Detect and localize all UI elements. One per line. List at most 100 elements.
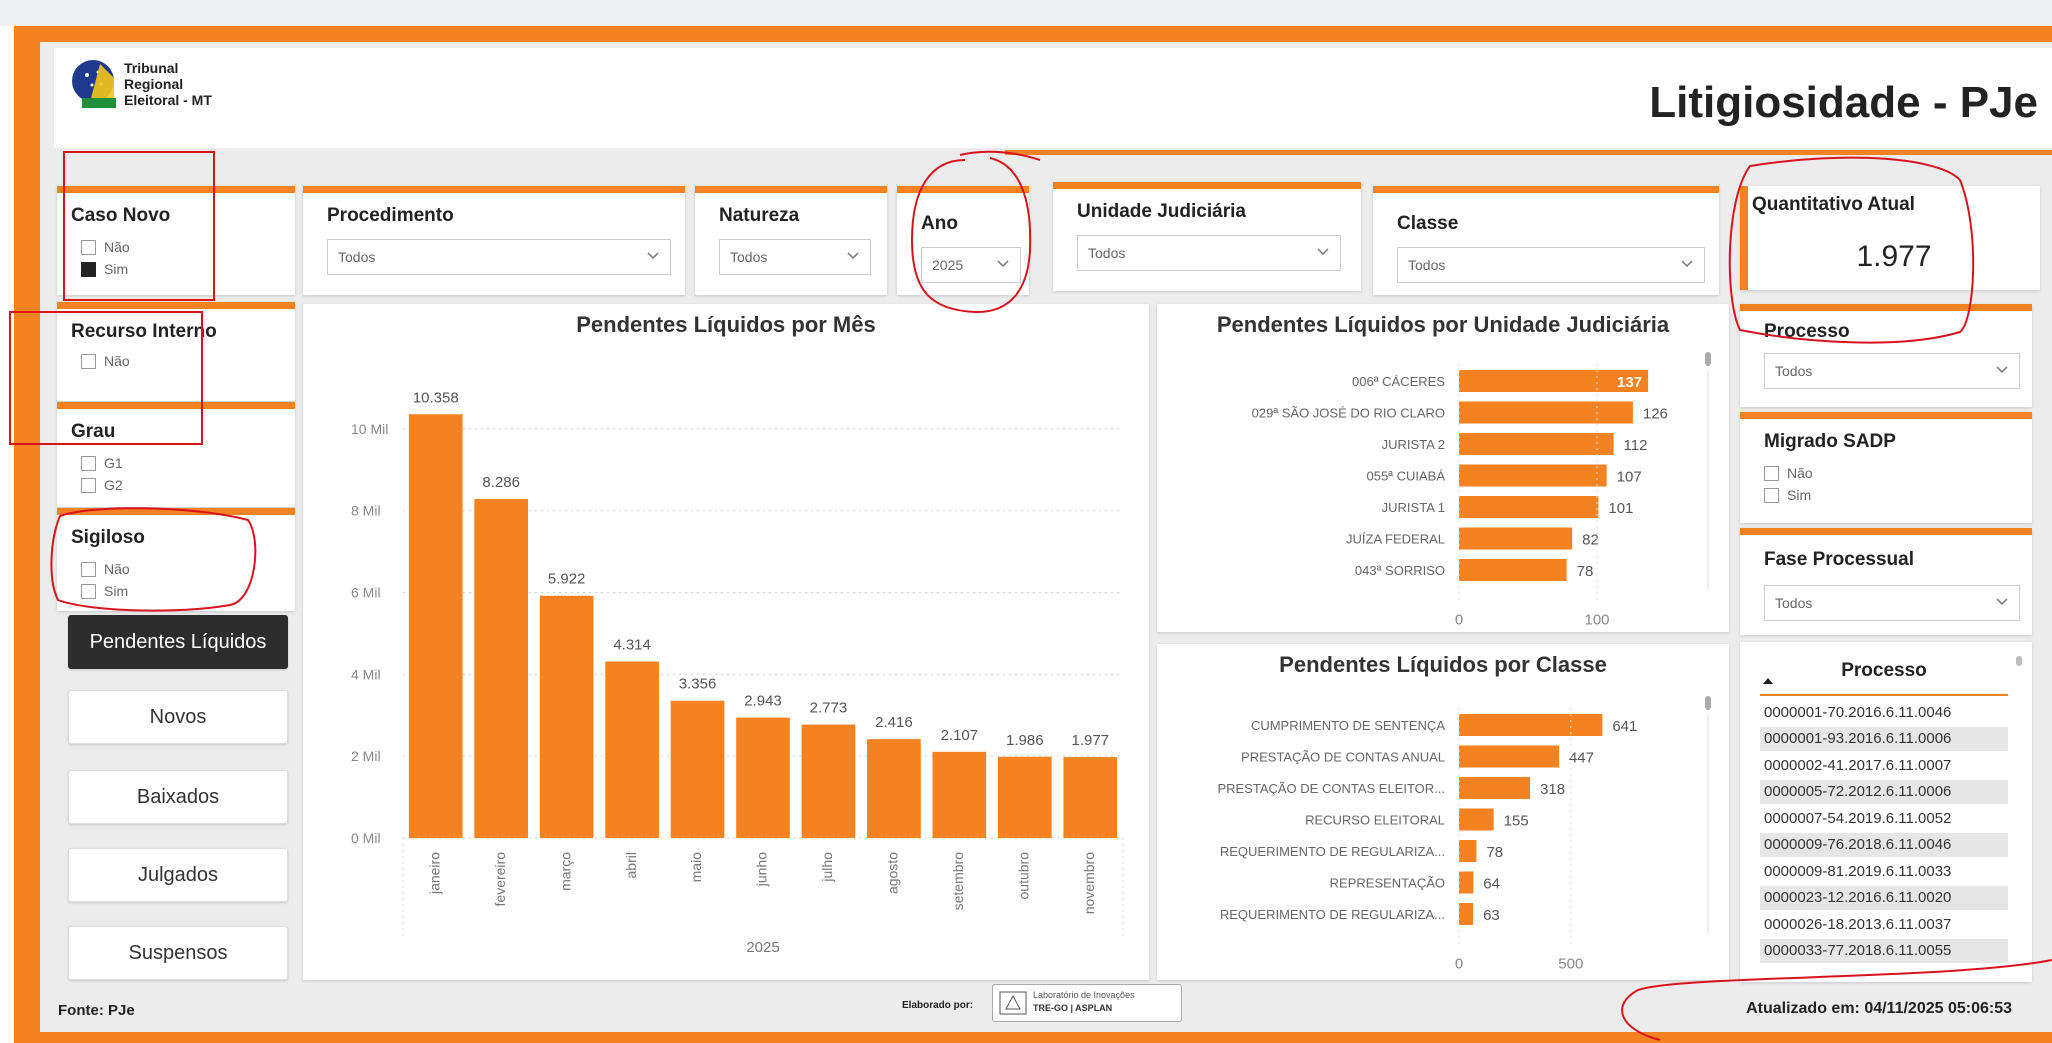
table-row[interactable]: 0000001-93.2016.6.11.0006: [1760, 726, 2008, 751]
slicer-title: Processo: [1764, 321, 1850, 342]
table-row[interactable]: 0000007-54.2019.6.11.0052: [1760, 806, 2008, 830]
chart-scroll-track[interactable]: [1707, 370, 1709, 590]
checkbox-caso-novo-sim[interactable]: Sim: [81, 261, 128, 277]
natureza-dropdown[interactable]: Todos: [719, 239, 871, 275]
x-axis-label: 2025: [746, 939, 779, 956]
bar-maio[interactable]: [670, 700, 725, 838]
chevron-down-icon: [647, 252, 659, 260]
category-label: 029ª SÃO JOSÉ DO RIO CLARO: [1252, 406, 1445, 421]
checkbox-icon: [81, 353, 96, 369]
checkbox-recurso-interno-nao[interactable]: Não: [81, 353, 130, 369]
fase-dropdown[interactable]: Todos: [1764, 585, 2020, 621]
chart-scroll-track[interactable]: [1707, 714, 1709, 934]
chart-scrollbar[interactable]: [1705, 352, 1711, 366]
kpi-label: Quantitativo Atual: [1752, 194, 1915, 215]
x-tick-label: 100: [1584, 612, 1609, 629]
bar-PRESTAÇÃO DE CONTAS ANUAL[interactable]: [1459, 745, 1559, 768]
checkbox-icon: [81, 583, 96, 599]
x-tick-label: agosto: [885, 852, 901, 894]
procedimento-dropdown[interactable]: Todos: [327, 239, 671, 275]
table-row[interactable]: 0000005-72.2012.6.11.0006: [1760, 779, 2008, 804]
slicer-title: Caso Novo: [71, 205, 171, 226]
bar-JURISTA 1[interactable]: [1459, 496, 1599, 518]
slicer-title: Ano: [921, 213, 958, 234]
table-row[interactable]: 0000026-18.2013.6.11.0037: [1760, 912, 2008, 936]
checkbox-label: Sim: [104, 261, 129, 277]
category-label: 055ª CUIABÁ: [1366, 469, 1445, 484]
classe-dropdown[interactable]: Todos: [1397, 247, 1705, 283]
checkbox-caso-novo-nao[interactable]: Não: [81, 239, 130, 255]
slicer-processo: Processo Todos: [1740, 304, 2032, 407]
bar-043ª SORRISO[interactable]: [1459, 559, 1567, 581]
nav-button-suspensos[interactable]: Suspensos: [68, 926, 288, 980]
bar-abril[interactable]: [605, 661, 659, 838]
table-row[interactable]: 0000001-70.2016.6.11.0046: [1760, 700, 2008, 724]
dropdown-value: Todos: [730, 249, 768, 265]
data-label: 447: [1569, 750, 1594, 767]
chevron-down-icon: [1996, 366, 2008, 374]
ano-dropdown[interactable]: 2025: [921, 247, 1021, 283]
x-tick-label: janeiro: [426, 852, 442, 895]
table-row[interactable]: 0000033-77.2018.6.11.0055: [1760, 938, 2008, 963]
unidade-dropdown[interactable]: Todos: [1077, 235, 1341, 271]
table-row[interactable]: 0000002-41.2017.6.11.0007: [1760, 753, 2008, 777]
category-label: REPRESENTAÇÃO: [1330, 876, 1445, 891]
sort-ascending-icon[interactable]: [1762, 676, 1774, 686]
checkbox-migrado-sim[interactable]: Sim: [1764, 487, 1811, 503]
lab-badge[interactable]: Laboratório de Inovações TRE-GO | ASPLAN: [992, 984, 1182, 1022]
chart-unidade-svg: 006ª CÁCERES 137 029ª SÃO JOSÉ DO RIO CLAR…: [1252, 352, 1711, 629]
nav-button-novos[interactable]: Novos: [68, 690, 288, 744]
checkbox-label: Sim: [104, 583, 129, 599]
page-title: Litigiosidade - PJe: [1649, 78, 2038, 127]
bar-agosto[interactable]: [867, 739, 921, 838]
chart-scrollbar[interactable]: [1705, 696, 1711, 710]
checkbox-label: G1: [104, 455, 123, 471]
checkbox-label: Não: [104, 353, 130, 369]
bar-JURISTA 2[interactable]: [1459, 433, 1614, 455]
checkbox-sigiloso-nao[interactable]: Não: [81, 561, 130, 577]
bar-PRESTAÇÃO DE CONTAS ELEITOR...[interactable]: [1459, 777, 1531, 799]
data-label: 101: [1608, 500, 1633, 517]
lab-org: TRE-GO | ASPLAN: [1033, 1003, 1113, 1013]
checkbox-icon: [1764, 487, 1779, 503]
table-header[interactable]: Processo: [1760, 660, 2008, 682]
checkbox-migrado-nao[interactable]: Não: [1764, 465, 1813, 481]
chevron-down-icon: [1681, 260, 1693, 268]
checkbox-label: Sim: [1787, 487, 1812, 503]
bar-RECURSO ELEITORAL[interactable]: [1459, 808, 1494, 831]
checkbox-grau-g2[interactable]: G2: [81, 477, 123, 493]
table-row[interactable]: 0000023-12.2016.6.11.0020: [1760, 885, 2008, 910]
nav-button-baixados[interactable]: Baixados: [68, 770, 288, 824]
table-row[interactable]: 0000009-76.2018.6.11.0046: [1760, 832, 2008, 857]
bar-JUÍZA FEDERAL[interactable]: [1459, 527, 1573, 550]
bar-REQUERIMENTO DE REGULARIZA...[interactable]: [1459, 840, 1477, 862]
checkbox-label: Não: [1787, 465, 1813, 481]
processo-dropdown[interactable]: Todos: [1764, 353, 2020, 389]
bar-REQUERIMENTO DE REGULARIZA...[interactable]: [1459, 903, 1474, 925]
table-row[interactable]: 0000009-81.2019.6.11.0033: [1760, 859, 2008, 883]
bar-029ª SÃO JOSÉ DO RIO CLARO[interactable]: [1459, 401, 1633, 424]
nav-button-julgados[interactable]: Julgados: [68, 848, 288, 902]
checkbox-sigiloso-sim[interactable]: Sim: [81, 583, 128, 599]
bar-julho[interactable]: [801, 724, 856, 838]
bar-CUMPRIMENTO DE SENTENÇA[interactable]: [1459, 714, 1603, 736]
slicer-recurso-interno: Recurso Interno Não: [57, 302, 295, 401]
checkbox-icon: [81, 477, 96, 493]
slicer-title: Classe: [1397, 213, 1459, 234]
bar-setembro[interactable]: [932, 751, 987, 838]
checkbox-grau-g1[interactable]: G1: [81, 455, 123, 471]
chart-mes-svg: 0 Mil 2 Mil 4 Mil 6 Mil 8 Mil 10 Mil 10.358 jan…: [351, 389, 1124, 956]
bar-REPRESENTAÇÃO[interactable]: [1459, 871, 1474, 894]
bar-055ª CUIABÁ[interactable]: [1459, 464, 1607, 487]
x-tick-label: junho: [754, 852, 770, 887]
bar-março[interactable]: [539, 595, 594, 838]
logo-line-3: Eleitoral - MT: [124, 92, 212, 108]
bar-junho[interactable]: [736, 717, 790, 838]
bar-fevereiro[interactable]: [474, 499, 529, 838]
bar-outubro[interactable]: [997, 756, 1052, 838]
bar-janeiro[interactable]: [408, 414, 463, 838]
nav-button-pendentes-liquidos[interactable]: Pendentes Líquidos: [68, 615, 288, 669]
bar-novembro[interactable]: [1063, 757, 1118, 838]
table-scrollbar[interactable]: [2016, 656, 2022, 666]
logo-text: Tribunal Regional Eleitoral - MT: [124, 60, 212, 108]
